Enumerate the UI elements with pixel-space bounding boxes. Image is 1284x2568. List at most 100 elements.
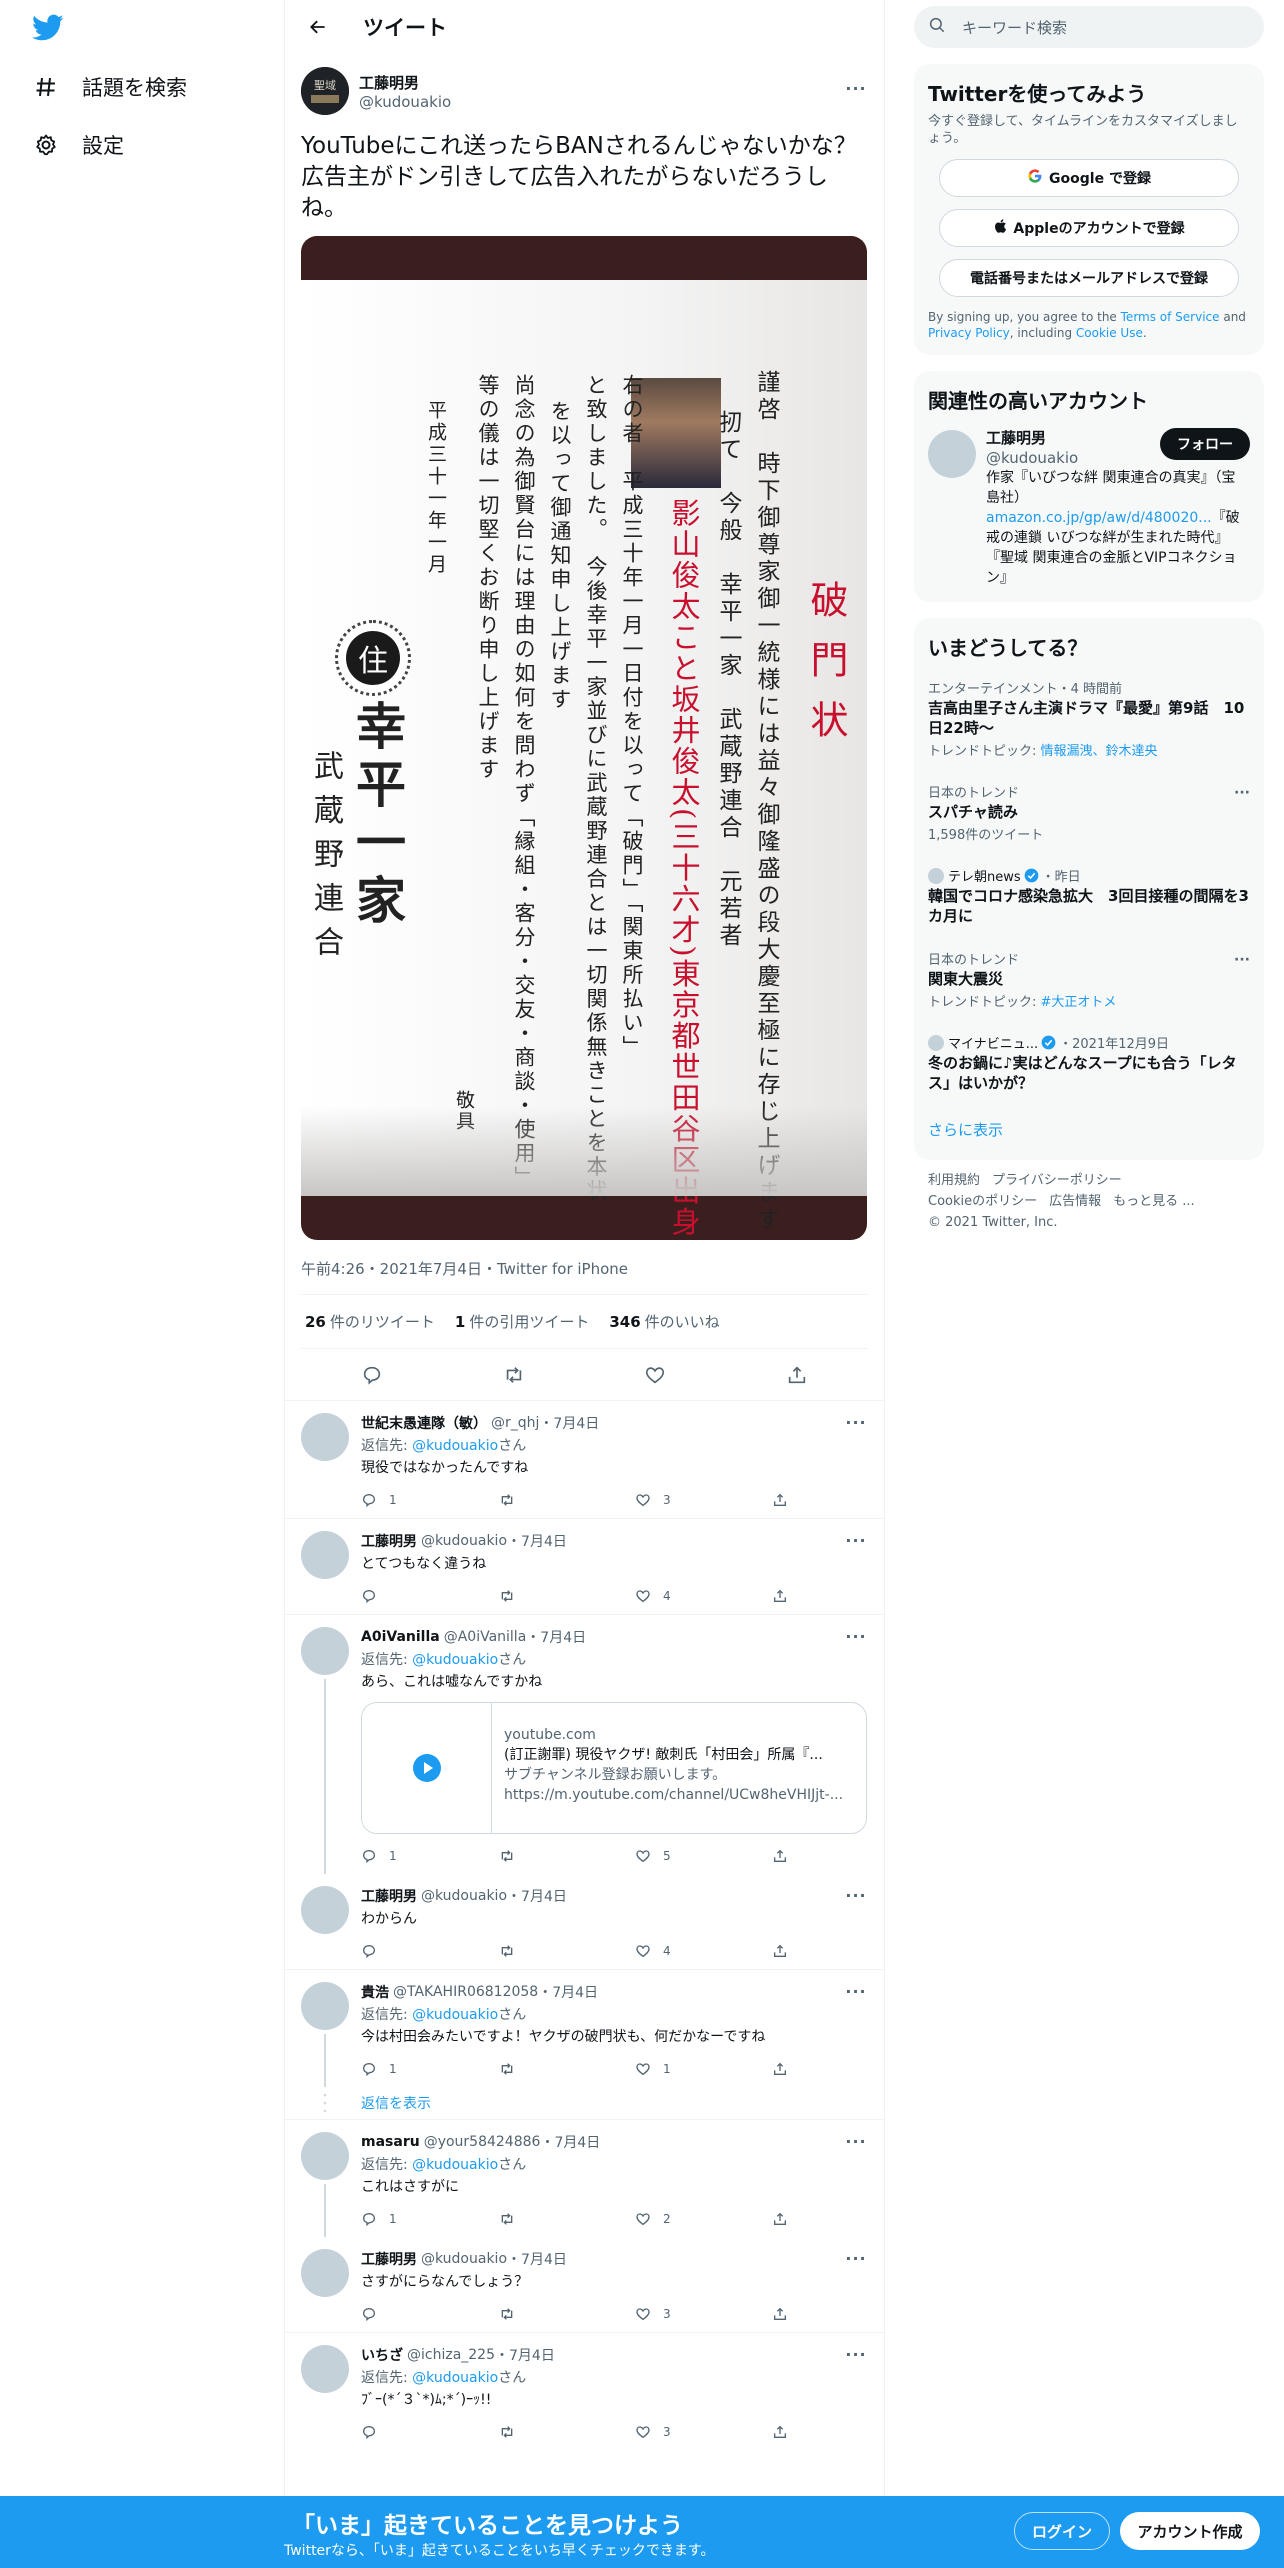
share-button[interactable]	[772, 2306, 909, 2322]
account-card[interactable]: 工藤明男 @kudouakio 作家『いびつな絆 関東連合の真実』（宝島社）am…	[914, 414, 1264, 602]
nav-explore[interactable]: 話題を検索	[32, 62, 187, 112]
footer-link[interactable]: もっと見る ...	[1113, 1194, 1195, 1209]
reply-tweet[interactable]: A0iVanilla @A0iVanilla ・ 7月4日 ··· 返信先: @kud…	[285, 1615, 884, 1874]
reply-author-name[interactable]: 工藤明男	[361, 1886, 417, 1906]
reply-date[interactable]: 7月4日	[552, 1982, 598, 2002]
reply-to-link[interactable]: @kudouakio	[412, 1652, 498, 1668]
quote-count[interactable]: 1	[455, 1313, 465, 1331]
search-box[interactable]: キーワード検索	[914, 6, 1264, 48]
retweet-button[interactable]	[498, 2424, 635, 2440]
reply-to-link[interactable]: @kudouakio	[412, 2007, 498, 2023]
author-name[interactable]: 工藤明男	[359, 72, 451, 93]
tweet-image[interactable]: 謹啓 時下御尊家御一統様には益々御隆盛の段大慶至極に存じ上げます 扨て 今般 幸…	[301, 236, 867, 1240]
retweet-button[interactable]	[498, 1492, 635, 1508]
nav-settings[interactable]: 設定	[32, 120, 124, 170]
retweet-button[interactable]	[498, 2306, 635, 2322]
share-icon[interactable]	[780, 1358, 814, 1392]
reply-tweet[interactable]: 貴浩 @TAKAHIR06812058 ・ 7月4日 ··· 返信先: @kudoua…	[285, 1970, 884, 2087]
share-button[interactable]	[772, 1848, 909, 1864]
footer-link[interactable]: 利用規約	[928, 1173, 980, 1188]
reply-author-handle[interactable]: @your58424886	[424, 2134, 541, 2150]
reply-tweet[interactable]: 世紀末愚連隊（敏） @r_qhj ・ 7月4日 ··· 返信先: @kudouakio…	[285, 1401, 884, 1518]
like-button[interactable]: 4	[635, 1943, 772, 1959]
like-button[interactable]: 2	[635, 2211, 772, 2227]
like-button[interactable]: 4	[635, 1588, 772, 1604]
retweet-label[interactable]: 件のリツイート	[330, 1311, 435, 1332]
reply-tweet[interactable]: 工藤明男 @kudouakio ・ 7月4日 ··· わからん 4	[285, 1874, 884, 1969]
share-button[interactable]	[772, 1588, 909, 1604]
twitter-logo-icon[interactable]	[32, 14, 64, 46]
avatar[interactable]	[301, 1627, 349, 1675]
avatar[interactable]	[928, 430, 976, 478]
more-icon[interactable]: ···	[844, 1627, 868, 1647]
like-button[interactable]: 3	[635, 1492, 772, 1508]
reply-author-handle[interactable]: @TAKAHIR06812058	[393, 1984, 538, 2000]
link-card[interactable]: youtube.com (訂正謝罪) 現役ヤクザ! 敵刺氏「村田会」所属『...…	[361, 1702, 867, 1834]
reply-author-name[interactable]: 貴浩	[361, 1982, 389, 2002]
reply-icon[interactable]	[355, 1358, 389, 1392]
retweet-button[interactable]	[498, 1943, 635, 1959]
login-button[interactable]: ログイン	[1014, 2512, 1110, 2550]
avatar[interactable]	[301, 2345, 349, 2393]
share-button[interactable]	[772, 1492, 909, 1508]
reply-button[interactable]: 1	[361, 2211, 498, 2227]
reply-button[interactable]: 1	[361, 2061, 498, 2077]
reply-author-handle[interactable]: @kudouakio	[421, 1533, 507, 1549]
reply-date[interactable]: 7月4日	[521, 1886, 567, 1906]
retweet-icon[interactable]	[497, 1358, 531, 1392]
more-icon[interactable]: ···	[1234, 785, 1250, 801]
more-icon[interactable]: ···	[844, 2345, 868, 2365]
more-icon[interactable]: ···	[1234, 952, 1250, 968]
reply-author-name[interactable]: A0iVanilla	[361, 1629, 440, 1645]
like-button[interactable]: 3	[635, 2424, 772, 2440]
follow-button[interactable]: フォロー	[1160, 428, 1250, 460]
phone-email-signup-button[interactable]: 電話番号またはメールアドレスで登録	[939, 259, 1239, 297]
reply-author-handle[interactable]: @ichiza_225	[407, 2347, 495, 2363]
reply-author-name[interactable]: 世紀末愚連隊（敏）	[361, 1413, 487, 1433]
reply-author-name[interactable]: masaru	[361, 2134, 420, 2150]
privacy-link[interactable]: Privacy Policy	[928, 326, 1010, 340]
footer-link[interactable]: プライバシーポリシー	[992, 1173, 1122, 1188]
reply-date[interactable]: 7月4日	[521, 2249, 567, 2269]
reply-date[interactable]: 7月4日	[540, 1627, 586, 1647]
reply-button[interactable]: 1	[361, 1848, 498, 1864]
avatar[interactable]: 聖域	[301, 67, 349, 115]
reply-date[interactable]: 7月4日	[521, 1531, 567, 1551]
avatar[interactable]	[301, 1413, 349, 1461]
cookie-link[interactable]: Cookie Use	[1076, 326, 1143, 340]
avatar[interactable]	[301, 2132, 349, 2180]
avatar[interactable]	[301, 1531, 349, 1579]
avatar[interactable]	[301, 2249, 349, 2297]
more-icon[interactable]: ···	[844, 2132, 868, 2152]
retweet-button[interactable]	[498, 1588, 635, 1604]
reply-to-link[interactable]: @kudouakio	[412, 2370, 498, 2386]
more-icon[interactable]: ···	[844, 1531, 868, 1551]
reply-to-link[interactable]: @kudouakio	[412, 1438, 498, 1454]
reply-author-name[interactable]: 工藤明男	[361, 2249, 417, 2269]
trend-topic-link[interactable]: #大正オトメ	[1041, 995, 1117, 1010]
trend-item[interactable]: 日本のトレンド スパチャ読み 1,598件のツイート ···	[914, 771, 1264, 855]
trend-item[interactable]: 日本のトレンド 関東大震災 トレンドトピック: #大正オトメ ···	[914, 938, 1264, 1022]
share-button[interactable]	[772, 2424, 909, 2440]
reply-tweet[interactable]: 工藤明男 @kudouakio ・ 7月4日 ··· さすがにらなんでしょう？ 3	[285, 2237, 884, 2332]
more-icon[interactable]: ···	[844, 1886, 868, 1906]
apple-signup-button[interactable]: Appleのアカウントで登録	[939, 209, 1239, 247]
like-label[interactable]: 件のいいね	[645, 1311, 720, 1332]
trend-item[interactable]: テレ朝news ・昨日 韓国でコロナ感染急拡大 3回目接種の間隔を3カ月に	[914, 855, 1264, 938]
reply-author-name[interactable]: 工藤明男	[361, 1531, 417, 1551]
like-button[interactable]: 3	[635, 2306, 772, 2322]
like-button[interactable]: 1	[635, 2061, 772, 2077]
reply-author-handle[interactable]: @A0iVanilla	[444, 1629, 527, 1645]
footer-link[interactable]: Cookieのポリシー	[928, 1194, 1037, 1209]
like-count[interactable]: 346	[609, 1313, 640, 1331]
reply-button[interactable]	[361, 1588, 498, 1604]
retweet-button[interactable]	[498, 2211, 635, 2227]
reply-tweet[interactable]: いちざ @ichiza_225 ・ 7月4日 ··· 返信先: @kudouakioさ…	[285, 2333, 884, 2450]
reply-author-handle[interactable]: @r_qhj	[491, 1415, 539, 1431]
more-icon[interactable]: ···	[844, 79, 868, 99]
like-icon[interactable]	[638, 1358, 672, 1392]
retweet-button[interactable]	[498, 2061, 635, 2077]
more-icon[interactable]: ···	[844, 1982, 868, 2002]
bio-link[interactable]: amazon.co.jp/gp/aw/d/480020...	[986, 510, 1212, 526]
avatar[interactable]	[301, 1982, 349, 2030]
